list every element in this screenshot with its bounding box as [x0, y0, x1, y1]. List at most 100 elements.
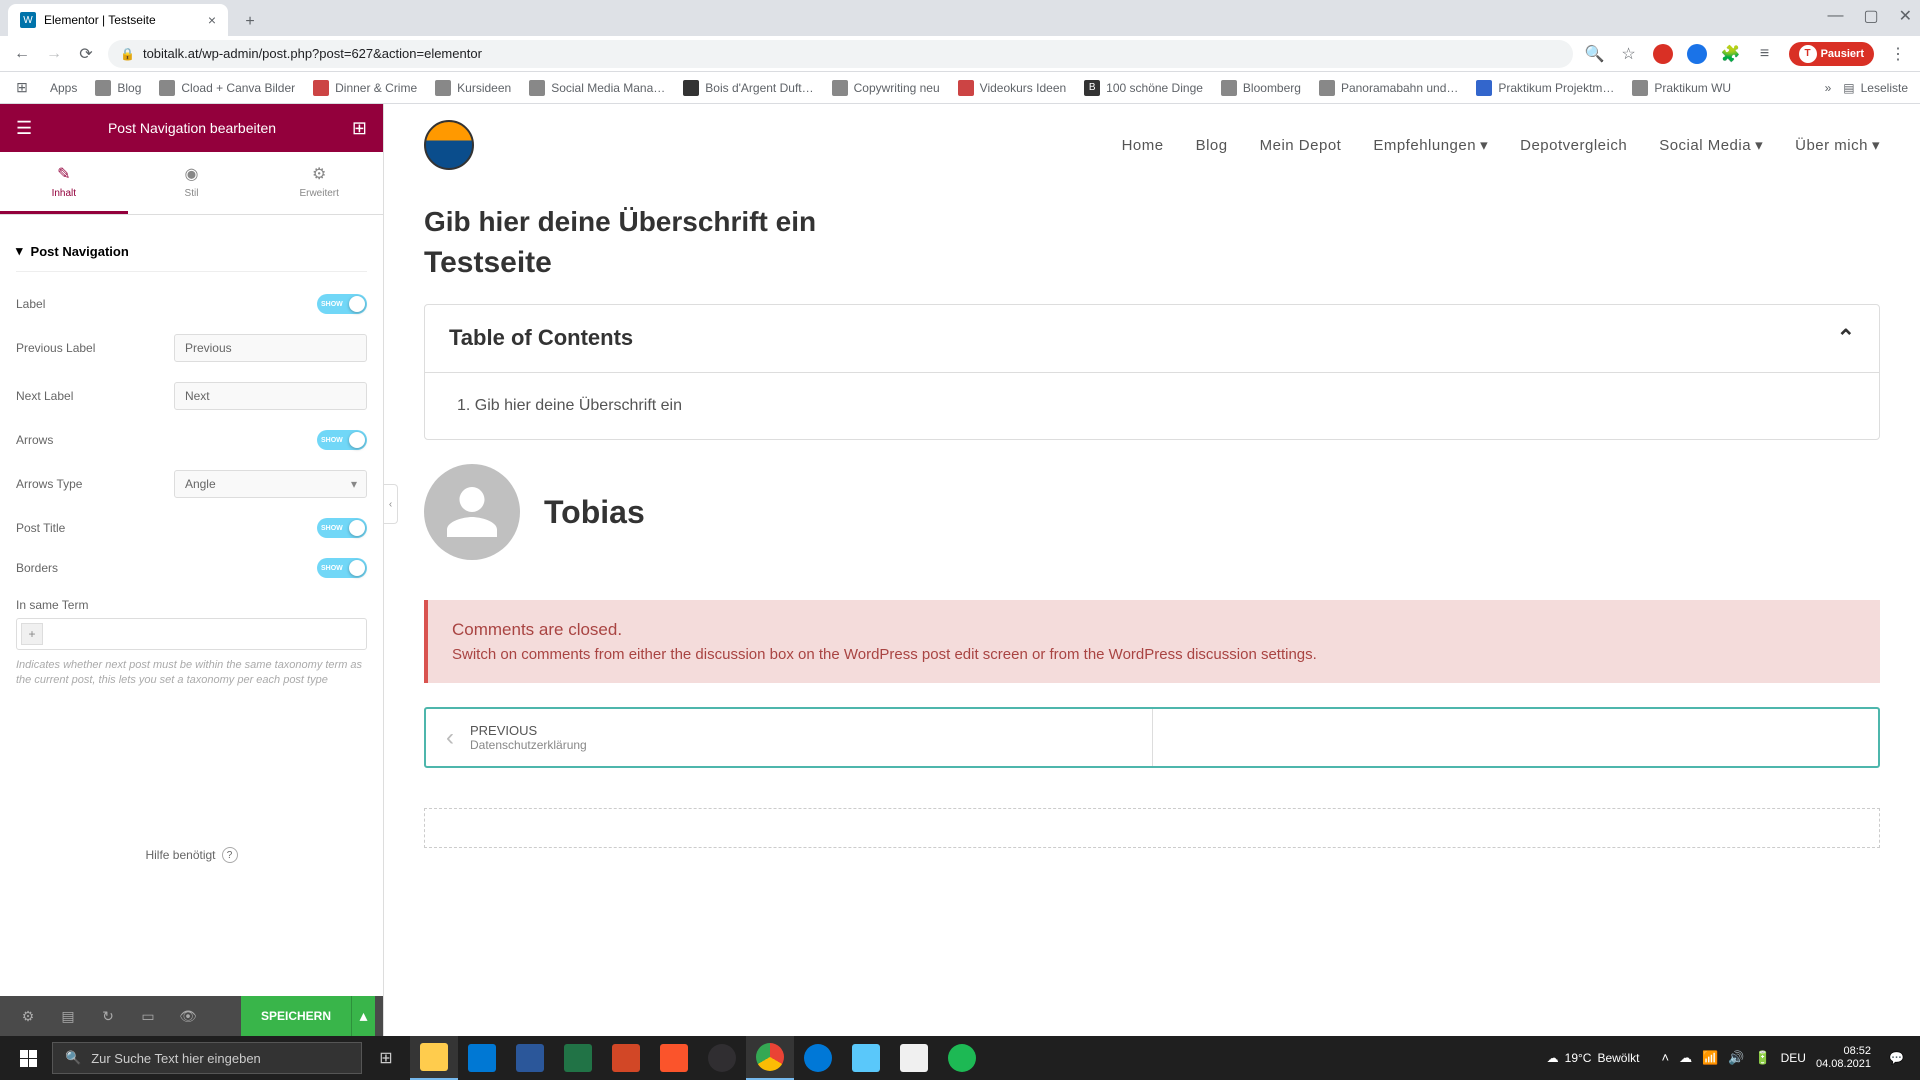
volume-icon[interactable]: 🔊 — [1728, 1050, 1744, 1066]
close-window-icon[interactable]: ✕ — [1899, 6, 1912, 26]
save-button[interactable]: SPEICHERN — [241, 996, 351, 1036]
taskbar-app-explorer[interactable] — [410, 1036, 458, 1080]
zoom-icon[interactable]: 🔍 — [1585, 44, 1605, 64]
taskbar-app-powerpoint[interactable] — [602, 1036, 650, 1080]
toc-widget[interactable]: Table of Contents ⌃ 1. Gib hier deine Üb… — [424, 304, 1880, 440]
nav-item-social[interactable]: Social Media ▾ — [1659, 136, 1763, 154]
wifi-icon[interactable]: 📶 — [1702, 1050, 1718, 1066]
address-bar[interactable]: 🔒 tobitalk.at/wp-admin/post.php?post=627… — [108, 40, 1573, 68]
tray-chevron-up-icon[interactable]: ˄ — [1661, 1050, 1669, 1066]
empty-section-placeholder[interactable] — [424, 808, 1880, 848]
taskbar-app-notepad[interactable] — [842, 1036, 890, 1080]
bookmark-item[interactable]: Praktikum WU — [1632, 80, 1731, 96]
bookmark-item[interactable]: Videokurs Ideen — [958, 80, 1067, 96]
nav-item-empfehlungen[interactable]: Empfehlungen ▾ — [1373, 136, 1488, 154]
same-term-input[interactable]: + — [16, 618, 367, 650]
site-logo[interactable] — [424, 120, 474, 170]
menu-icon[interactable]: ⋮ — [1888, 44, 1908, 64]
tab-content[interactable]: ✎ Inhalt — [0, 152, 128, 214]
list-icon[interactable]: ≡ — [1755, 44, 1775, 64]
bookmark-item[interactable]: Copywriting neu — [832, 80, 940, 96]
heading-widget[interactable]: Gib hier deine Überschrift ein — [424, 206, 1880, 238]
bookmark-item[interactable]: Bois d'Argent Duft… — [683, 80, 813, 96]
tab-advanced[interactable]: ⚙ Erweitert — [255, 152, 383, 214]
navigator-icon[interactable]: ▤ — [48, 996, 88, 1036]
taskbar-app-brave[interactable] — [650, 1036, 698, 1080]
toc-item[interactable]: 1. Gib hier deine Überschrift ein — [457, 397, 1847, 415]
add-term-button[interactable]: + — [21, 623, 43, 645]
chevron-up-icon[interactable]: ⌃ — [1837, 325, 1855, 351]
post-nav-previous[interactable]: ‹ PREVIOUS Datenschutzerklärung — [426, 709, 1153, 766]
start-button[interactable] — [4, 1036, 52, 1080]
clock[interactable]: 08:52 04.08.2021 — [1816, 1045, 1871, 1071]
bookmark-item[interactable]: Apps — [50, 81, 77, 95]
nav-item-depot[interactable]: Mein Depot — [1260, 136, 1342, 154]
taskbar-app-obs[interactable] — [698, 1036, 746, 1080]
nav-item-depotvergleich[interactable]: Depotvergleich — [1520, 136, 1627, 154]
history-icon[interactable]: ↻ — [88, 996, 128, 1036]
taskbar-app-edge[interactable] — [794, 1036, 842, 1080]
task-view-button[interactable]: ⊞ — [362, 1036, 410, 1080]
back-icon[interactable]: ← — [12, 44, 32, 64]
bookmark-item[interactable]: Blog — [95, 80, 141, 96]
bookmark-item[interactable]: Social Media Mana… — [529, 80, 665, 96]
extension-icon[interactable] — [1687, 44, 1707, 64]
bookmark-item[interactable]: Cload + Canva Bilder — [159, 80, 295, 96]
settings-icon[interactable]: ⚙ — [8, 996, 48, 1036]
weather-widget[interactable]: ☁ 19°C Bewölkt — [1547, 1051, 1640, 1065]
next-label-input[interactable] — [174, 382, 367, 410]
bookmark-item[interactable]: Kursideen — [435, 80, 511, 96]
taskbar-app-mail[interactable] — [458, 1036, 506, 1080]
forward-icon[interactable]: → — [44, 44, 64, 64]
taskbar-app-chrome[interactable] — [746, 1036, 794, 1080]
responsive-icon[interactable]: ▭ — [128, 996, 168, 1036]
nav-item-blog[interactable]: Blog — [1196, 136, 1228, 154]
bookmark-item[interactable]: B100 schöne Dinge — [1084, 80, 1203, 96]
post-navigation-widget[interactable]: ‹ PREVIOUS Datenschutzerklärung — [424, 707, 1880, 768]
borders-toggle[interactable]: SHOW — [317, 558, 367, 578]
extension-icon[interactable] — [1653, 44, 1673, 64]
notifications-icon[interactable]: 💬 — [1881, 1051, 1912, 1065]
preview-icon[interactable]: 👁 — [168, 996, 208, 1036]
taskbar-app-excel[interactable] — [554, 1036, 602, 1080]
collapse-sidebar-handle[interactable]: ‹ — [384, 484, 398, 524]
reading-list-button[interactable]: ▤Leseliste — [1843, 81, 1908, 95]
hamburger-icon[interactable]: ☰ — [16, 118, 32, 139]
help-link[interactable]: Hilfe benötigt ? — [0, 831, 383, 879]
bookmark-item[interactable]: Bloomberg — [1221, 80, 1301, 96]
previous-label-input[interactable] — [174, 334, 367, 362]
nav-item-about[interactable]: Über mich ▾ — [1795, 136, 1880, 154]
toc-header[interactable]: Table of Contents ⌃ — [425, 305, 1879, 372]
label-toggle[interactable]: SHOW — [317, 294, 367, 314]
post-title-toggle[interactable]: SHOW — [317, 518, 367, 538]
language-indicator[interactable]: DEU — [1781, 1051, 1806, 1065]
star-icon[interactable]: ☆ — [1619, 44, 1639, 64]
nav-item-home[interactable]: Home — [1122, 136, 1164, 154]
taskbar-app-notes[interactable] — [890, 1036, 938, 1080]
bookmark-item[interactable]: Praktikum Projektm… — [1476, 80, 1614, 96]
post-nav-next[interactable] — [1153, 709, 1879, 766]
close-icon[interactable]: × — [208, 12, 216, 28]
extensions-icon[interactable]: 🧩 — [1721, 44, 1741, 64]
onedrive-icon[interactable]: ☁ — [1679, 1050, 1692, 1066]
author-box-widget[interactable]: Tobias — [424, 464, 1880, 560]
section-toggle[interactable]: ▾ Post Navigation — [16, 231, 367, 272]
taskbar-app-spotify[interactable] — [938, 1036, 986, 1080]
taskbar-app-word[interactable] — [506, 1036, 554, 1080]
maximize-icon[interactable]: ▢ — [1863, 6, 1878, 26]
profile-badge[interactable]: T Pausiert — [1789, 42, 1874, 66]
minimize-icon[interactable]: — — [1827, 7, 1843, 25]
arrows-toggle[interactable]: SHOW — [317, 430, 367, 450]
new-tab-button[interactable]: + — [236, 8, 264, 36]
apps-grid-icon[interactable]: ⊞ — [12, 78, 32, 98]
taskbar-search[interactable]: 🔍 Zur Suche Text hier eingeben — [52, 1042, 362, 1074]
widgets-grid-icon[interactable]: ⊞ — [352, 118, 367, 139]
page-title[interactable]: Testseite — [424, 246, 1880, 280]
arrows-type-select[interactable]: Angle — [174, 470, 367, 498]
battery-icon[interactable]: 🔋 — [1754, 1050, 1770, 1066]
save-options-button[interactable]: ▴ — [351, 996, 375, 1036]
bookmarks-overflow-icon[interactable]: » — [1825, 81, 1832, 95]
tab-style[interactable]: ◉ Stil — [128, 152, 256, 214]
bookmark-item[interactable]: Panoramabahn und… — [1319, 80, 1458, 96]
reload-icon[interactable]: ⟳ — [76, 44, 96, 64]
